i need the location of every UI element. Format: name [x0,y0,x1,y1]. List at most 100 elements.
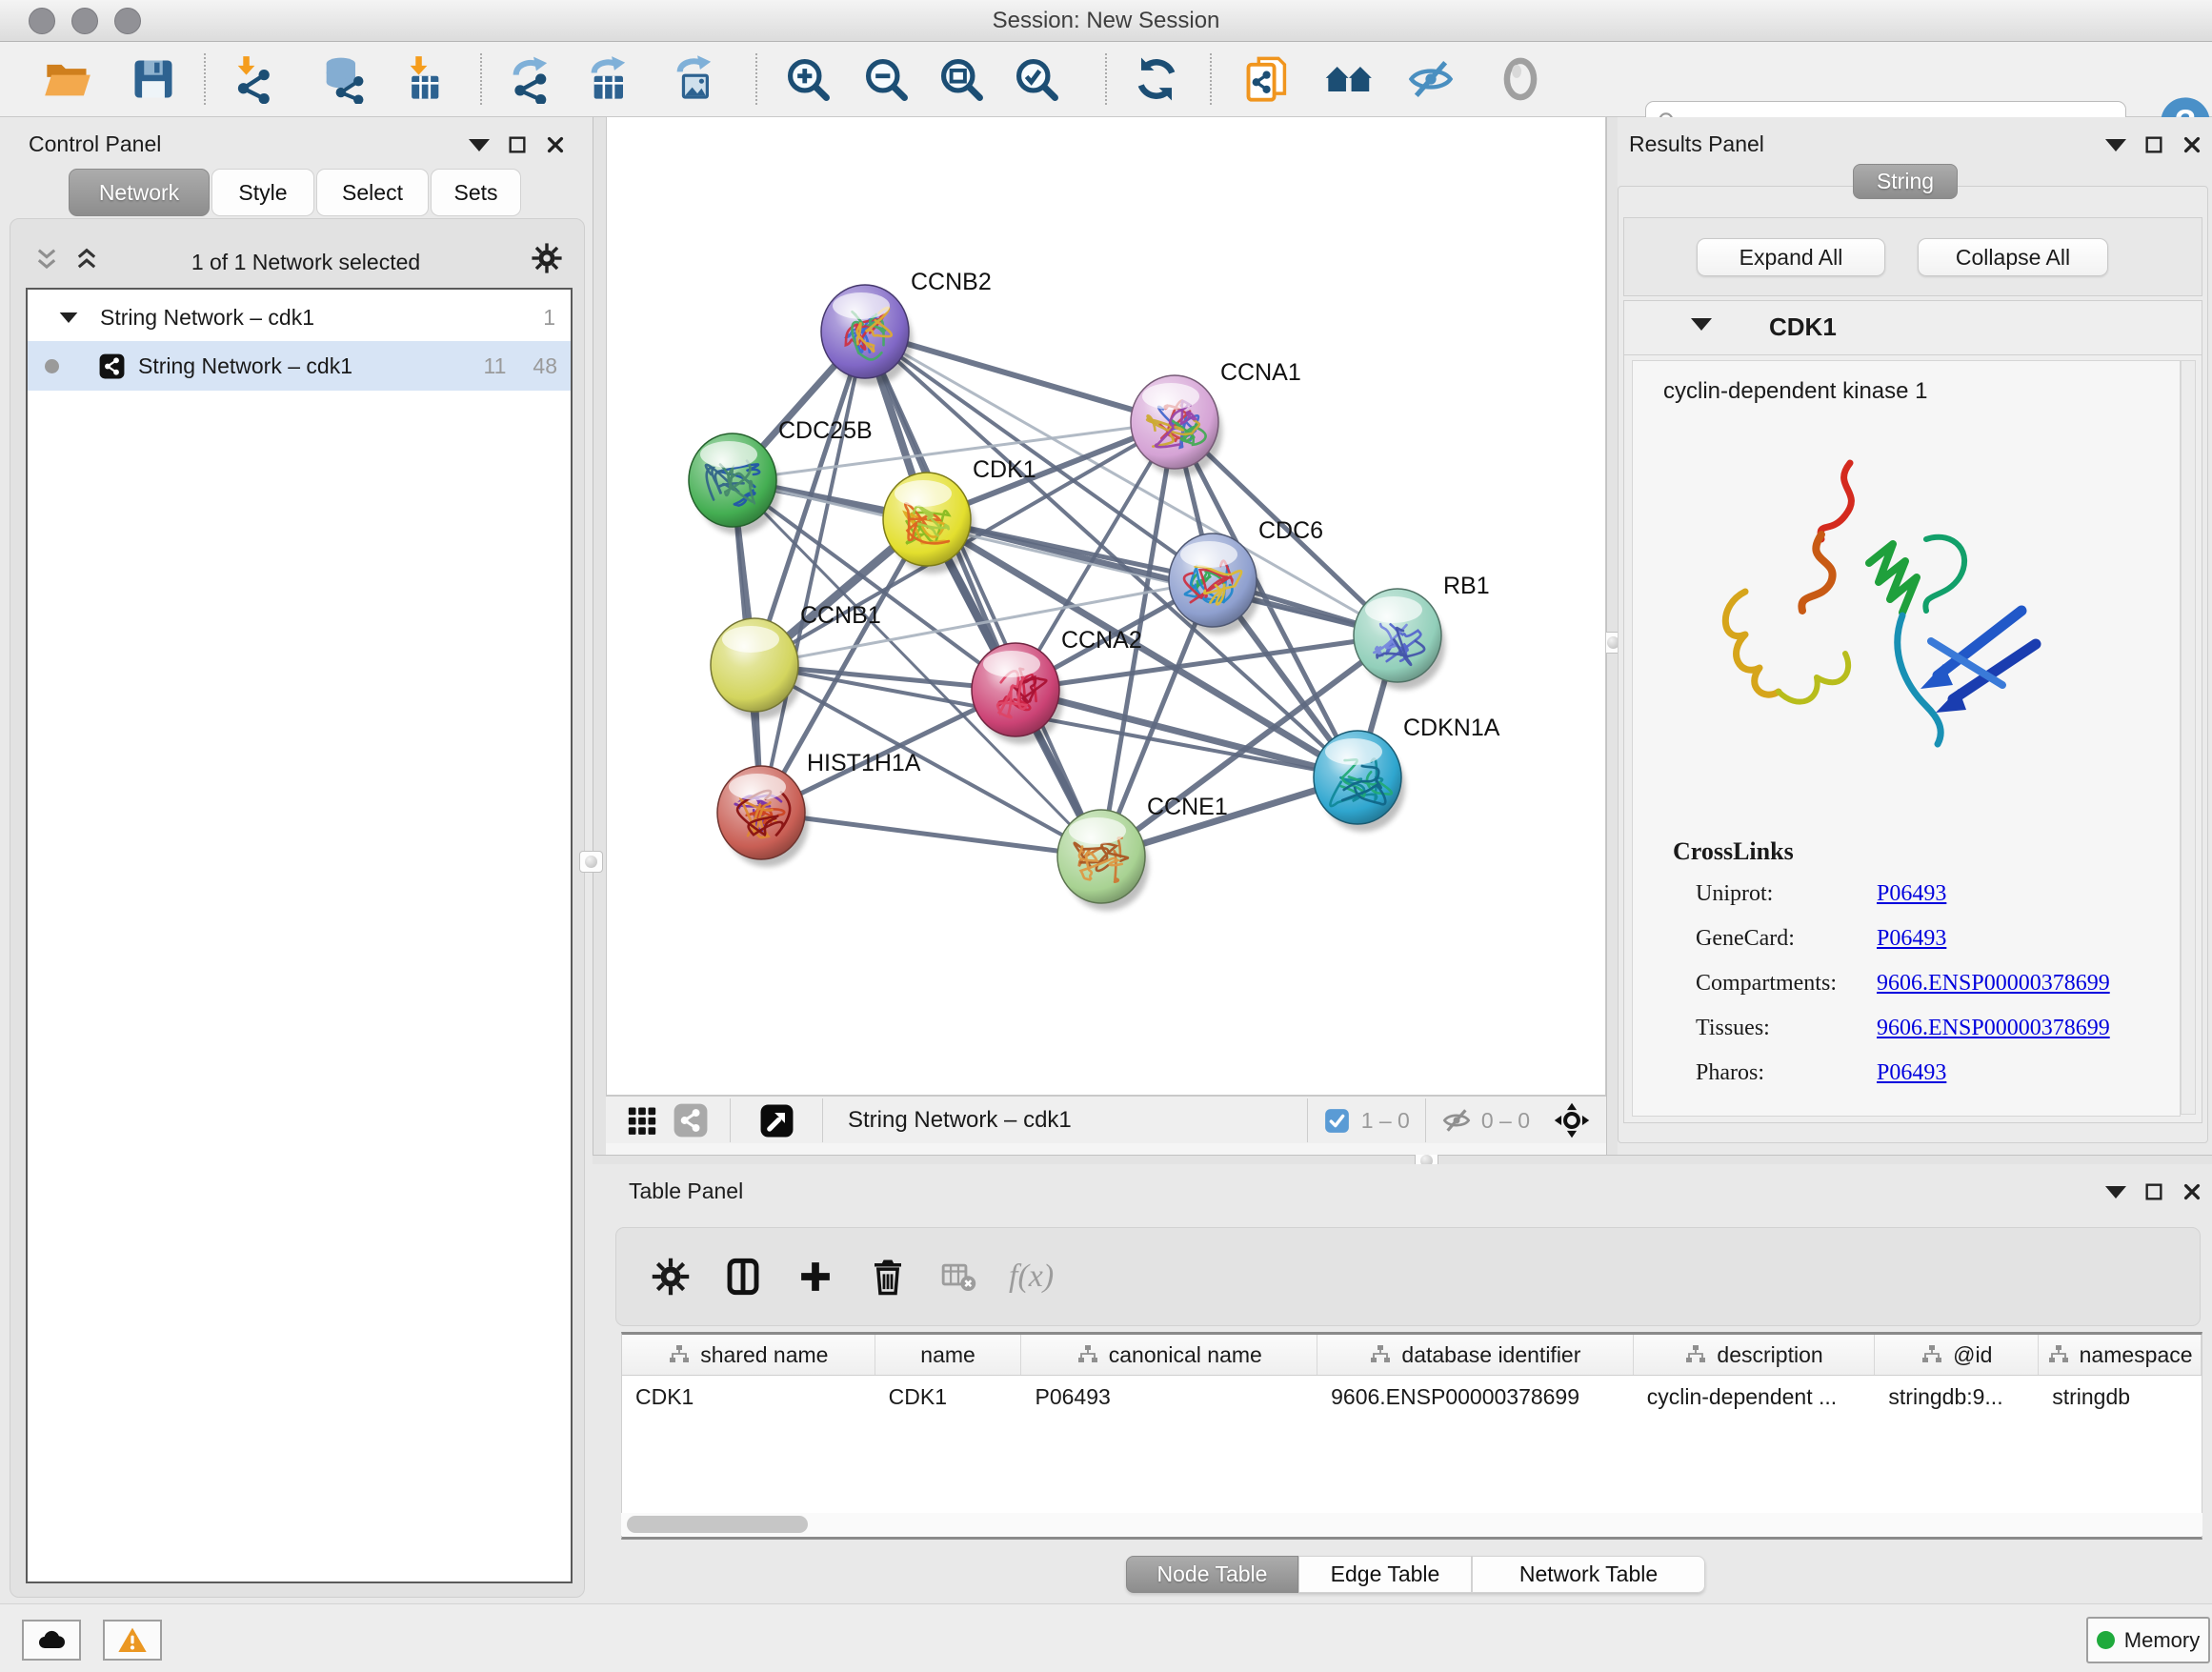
refresh-view-button[interactable] [1129,51,1184,107]
delete-column-icon[interactable] [868,1257,908,1297]
table-cell[interactable]: stringdb [2039,1376,2202,1418]
cdk1-collapse-icon[interactable] [1691,318,1712,331]
show-eye-button[interactable] [1493,51,1548,107]
crosslink-value-link[interactable]: 9606.ENSP00000378699 [1877,1016,2110,1041]
column-header-canonical-name[interactable]: canonical name [1021,1335,1317,1375]
network-edge-CCNB2-CCNE1[interactable] [865,332,1101,856]
network-status-dot [45,359,59,373]
zoom-fit-icon [936,54,986,104]
cdk1-section-header[interactable]: CDK1 [1624,301,2202,355]
column-header--id[interactable]: @id [1875,1335,2039,1375]
tab-string[interactable]: String [1853,164,1958,199]
import-table-button[interactable] [394,51,450,107]
zoom-out-button[interactable] [858,51,914,107]
network-share-view-icon[interactable] [665,1102,716,1138]
collection-expand-icon[interactable] [60,312,78,322]
network-edge-HIST1H1A-CCNE1[interactable] [761,813,1101,856]
network-collection-row[interactable]: String Network – cdk1 1 [28,290,571,341]
table-cell[interactable]: P06493 [1022,1376,1318,1418]
table-cell[interactable]: CDK1 [622,1376,875,1418]
control-panel-float-icon[interactable] [507,134,528,155]
crosslink-value-link[interactable]: P06493 [1877,881,1946,907]
save-session-button[interactable] [126,51,181,107]
network-node-CCNE1[interactable]: CCNE1 [1057,794,1228,911]
crosslink-value-link[interactable]: 9606.ENSP00000378699 [1877,971,2110,997]
hidden-eye-icon[interactable] [1439,1105,1474,1136]
zoom-fit-button[interactable] [934,51,989,107]
control-panel-menu-icon[interactable] [469,139,490,151]
export-network-icon [508,54,557,104]
show-columns-icon[interactable] [723,1257,763,1297]
memory-button[interactable]: Memory [2086,1617,2210,1663]
tab-sets[interactable]: Sets [431,169,521,216]
crosslink-value-link[interactable]: P06493 [1877,1060,1946,1086]
column-header-name[interactable]: name [875,1335,1022,1375]
column-header-description[interactable]: description [1634,1335,1876,1375]
fit-content-crosshair-icon[interactable] [1551,1102,1593,1138]
left-splitter-handle[interactable] [579,851,603,873]
toolbar-separator [755,53,757,105]
network-node-HIST1H1A[interactable]: HIST1H1A [717,750,921,867]
import-network-button[interactable] [222,51,277,107]
open-session-button[interactable] [40,51,95,107]
warning-button[interactable] [103,1620,162,1661]
network-edge-CCNB2-HIST1H1A[interactable] [761,332,865,813]
network-node-CDC6[interactable]: CDC6 [1169,517,1323,635]
results-panel-close-icon[interactable] [2182,134,2202,155]
network-canvas[interactable]: CCNB2CCNA1CDC25BCDK1CDC6RB1CCNB1CCNA2CDK… [606,116,1606,1096]
tab-edge-table-label: Edge Table [1331,1561,1440,1587]
network-node-RB1[interactable]: RB1 [1354,573,1490,690]
network-row[interactable]: String Network – cdk1 11 48 [28,341,571,391]
warning-icon [117,1625,148,1656]
tab-node-table[interactable]: Node Table [1126,1556,1298,1593]
network-edge-CDK1-RB1[interactable] [927,519,1398,635]
results-vertical-scrollbar[interactable] [2181,360,2196,1115]
table-cell[interactable]: CDK1 [875,1376,1022,1418]
table-horizontal-scrollbar[interactable] [621,1513,2202,1536]
zoom-selected-button[interactable] [1009,51,1064,107]
selected-checkbox-icon[interactable] [1323,1108,1352,1134]
share-document-button[interactable] [1239,51,1295,107]
tab-style[interactable]: Style [211,169,314,216]
crosslink-value-link[interactable]: P06493 [1877,926,1946,952]
results-panel-menu-icon[interactable] [2105,139,2126,151]
table-panel-menu-icon[interactable] [2105,1186,2126,1199]
table-cell[interactable]: 9606.ENSP00000378699 [1317,1376,1634,1418]
table-settings-gear-icon[interactable] [651,1257,691,1297]
network-options-gear-icon[interactable] [531,242,563,274]
import-network-database-button[interactable] [315,51,371,107]
zoom-in-button[interactable] [780,51,835,107]
table-cell[interactable]: stringdb:9... [1875,1376,2039,1418]
column-header-database-identifier[interactable]: database identifier [1317,1335,1634,1375]
tab-network[interactable]: Network [69,169,210,216]
collapse-all-icon[interactable] [33,246,60,272]
table-panel-float-icon[interactable] [2143,1181,2164,1202]
results-panel-float-icon[interactable] [2143,134,2164,155]
export-image-button[interactable] [669,51,724,107]
export-network-button[interactable] [505,51,560,107]
export-table-button[interactable] [583,51,638,107]
column-header-shared-name[interactable]: shared name [622,1335,875,1375]
tab-edge-table[interactable]: Edge Table [1298,1556,1472,1593]
function-builder-icon-disabled[interactable]: f(x) [1009,1259,1054,1295]
expand-all-icon[interactable] [73,246,100,272]
collapse-all-button[interactable]: Collapse All [1918,238,2108,276]
tab-select[interactable]: Select [316,169,429,216]
hide-eye-button[interactable] [1403,51,1458,107]
network-home-button[interactable] [1321,51,1377,107]
expand-all-button[interactable]: Expand All [1697,238,1885,276]
table-panel-close-icon[interactable] [2182,1181,2202,1202]
control-panel-close-icon[interactable] [545,134,566,155]
birdseye-view-icon[interactable] [752,1103,801,1138]
column-header-namespace[interactable]: namespace [2039,1335,2202,1375]
network-node-CCNB1[interactable]: CCNB1 [711,602,881,719]
tab-network-table[interactable]: Network Table [1472,1556,1705,1593]
add-column-icon[interactable] [795,1257,835,1297]
table-row[interactable]: CDK1CDK1P064939606.ENSP00000378699cyclin… [622,1376,2202,1418]
network-node-CDKN1A[interactable]: CDKN1A [1314,715,1500,832]
table-scrollbar-thumb[interactable] [627,1516,808,1533]
delete-table-icon-disabled[interactable] [940,1259,976,1295]
table-cell[interactable]: cyclin-dependent ... [1634,1376,1876,1418]
grid-view-icon[interactable] [619,1104,665,1137]
cloud-button[interactable] [22,1620,81,1661]
